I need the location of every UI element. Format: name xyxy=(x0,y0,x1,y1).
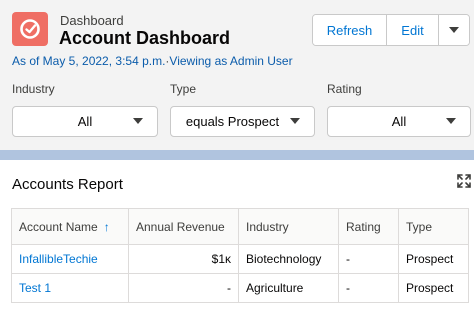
rating-filter[interactable]: All xyxy=(327,106,471,137)
report-component: Accounts Report Account Name ↑ Annual Rev… xyxy=(0,160,474,320)
table-row: Test 1 - Agriculture - Prospect xyxy=(11,273,469,303)
page-title: Account Dashboard xyxy=(59,28,231,48)
type-filter[interactable]: equals Prospect xyxy=(170,106,315,137)
caret-down-icon xyxy=(446,118,456,124)
industry-cell: Agriculture xyxy=(238,273,339,303)
dashboard-canvas-band xyxy=(0,150,474,160)
dashboard-icon xyxy=(12,12,48,46)
column-header-account-name[interactable]: Account Name ↑ xyxy=(11,208,129,245)
dashboard-subtitle: As of May 5, 2022, 3:54 p.m.·Viewing as … xyxy=(12,54,293,68)
industry-cell: Biotechnology xyxy=(238,244,339,274)
column-header-rating[interactable]: Rating xyxy=(338,208,399,245)
type-filter-label: Type xyxy=(170,82,197,96)
more-actions-button[interactable] xyxy=(439,15,469,45)
type-cell: Prospect xyxy=(398,244,469,274)
caret-down-icon xyxy=(290,118,300,124)
table-row: InfallibleTechie $1ĸ Biotechnology - Pro… xyxy=(11,244,469,274)
chevron-down-icon xyxy=(449,27,459,33)
column-header-industry[interactable]: Industry xyxy=(238,208,339,245)
accounts-table: Account Name ↑ Annual Revenue Industry Ra… xyxy=(11,208,469,303)
report-title[interactable]: Accounts Report xyxy=(12,176,123,193)
expand-icon[interactable] xyxy=(457,174,471,188)
dashboard-header: Dashboard Account Dashboard As of May 5,… xyxy=(0,0,474,150)
rating-cell: - xyxy=(338,244,399,274)
rating-cell: - xyxy=(338,273,399,303)
industry-filter-label: Industry xyxy=(12,82,55,96)
table-header-row: Account Name ↑ Annual Revenue Industry Ra… xyxy=(11,208,469,245)
account-name-cell: InfallibleTechie xyxy=(11,244,129,274)
viewing-as-text: Viewing as Admin User xyxy=(169,54,293,68)
column-header-annual-revenue[interactable]: Annual Revenue xyxy=(128,208,239,245)
type-filter-value: equals Prospect xyxy=(185,114,280,129)
account-link[interactable]: Test 1 xyxy=(19,281,51,295)
annual-revenue-cell: $1ĸ xyxy=(128,244,239,274)
industry-filter[interactable]: All xyxy=(12,106,158,137)
account-link[interactable]: InfallibleTechie xyxy=(19,252,98,266)
type-cell: Prospect xyxy=(398,273,469,303)
annual-revenue-cell: - xyxy=(128,273,239,303)
edit-button[interactable]: Edit xyxy=(387,15,439,45)
dashboard-actions: Refresh Edit xyxy=(312,14,470,46)
rating-filter-label: Rating xyxy=(327,82,362,96)
caret-down-icon xyxy=(133,118,143,124)
breadcrumb: Dashboard xyxy=(60,13,124,28)
rating-filter-value: All xyxy=(391,114,407,129)
column-header-type[interactable]: Type xyxy=(398,208,469,245)
sort-ascending-icon: ↑ xyxy=(103,219,110,234)
as-of-timestamp: As of May 5, 2022, 3:54 p.m. xyxy=(12,54,166,68)
account-name-cell: Test 1 xyxy=(11,273,129,303)
refresh-button[interactable]: Refresh xyxy=(313,15,387,45)
industry-filter-value: All xyxy=(77,114,93,129)
